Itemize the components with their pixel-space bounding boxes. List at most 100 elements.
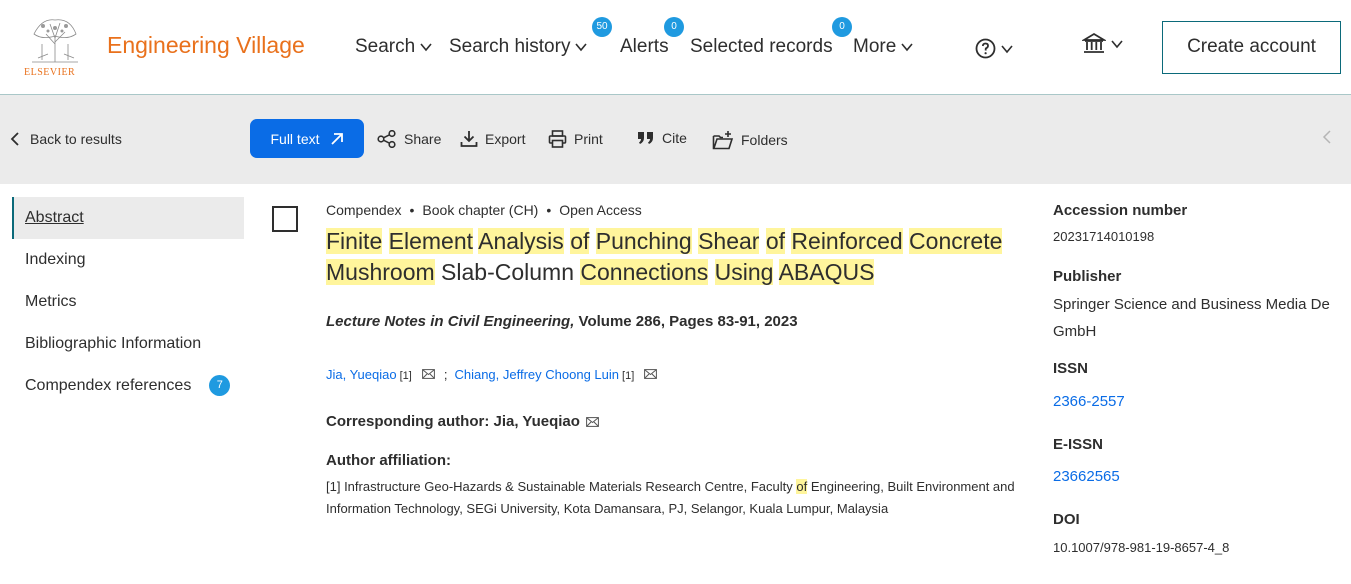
author-link[interactable]: Chiang, Jeffrey Choong Luin [454, 367, 619, 382]
accession-number-label: Accession number [1053, 202, 1188, 219]
record-toolbar: Back to results Full text Share Export P… [0, 95, 1351, 184]
title-text [382, 228, 388, 254]
access-type: Open Access [559, 202, 642, 218]
record-meta: Compendex • Book chapter (CH) • Open Access [326, 202, 642, 218]
nav-search[interactable]: Search [355, 36, 433, 58]
create-account-button[interactable]: Create account [1162, 21, 1341, 74]
elsevier-tree-icon [28, 14, 82, 64]
affiliation-part: [1] Infrastructure Geo-Hazards & Sustain… [326, 479, 797, 494]
title-highlighted-term: Using [714, 259, 774, 285]
chevron-down-icon [1111, 40, 1123, 49]
doi-label: DOI [1053, 511, 1080, 528]
share-icon [377, 130, 396, 148]
previous-record-arrow[interactable] [1322, 130, 1332, 149]
brand-name[interactable]: Engineering Village [107, 32, 305, 59]
author-affiliation-ref: [1] [399, 370, 412, 382]
help-icon [975, 38, 996, 59]
author-link[interactable]: Jia, Yueqiao [326, 367, 397, 382]
email-icon[interactable] [644, 369, 658, 379]
record-title: Finite Element Analysis of Punching Shea… [326, 226, 1026, 288]
back-to-results-label: Back to results [30, 131, 122, 147]
alerts-count-badge: 0 [664, 17, 684, 37]
download-icon [460, 131, 478, 147]
author-affiliation-text: [1] Infrastructure Geo-Hazards & Sustain… [326, 476, 1016, 520]
sidebar-item-compendex-references[interactable]: Compendex references 7 [12, 365, 244, 407]
title-highlighted-term: Finite [326, 228, 383, 254]
chevron-down-icon [420, 43, 432, 52]
title-text [589, 228, 595, 254]
export-button[interactable]: Export [460, 130, 525, 148]
title-highlighted-term: Reinforced [791, 228, 903, 254]
author-affiliation-heading: Author affiliation: [326, 452, 451, 469]
publisher-value: Springer Science and Business Media De G… [1053, 296, 1330, 340]
nav-selected-records[interactable]: Selected records [690, 36, 833, 58]
title-highlighted-term: Analysis [478, 228, 564, 254]
chevron-left-icon [10, 132, 19, 146]
author-separator: ; [443, 367, 448, 382]
title-highlighted-term: Connections [580, 259, 709, 285]
sidebar-item-indexing[interactable]: Indexing [12, 239, 244, 281]
print-label: Print [574, 131, 603, 147]
email-icon[interactable] [421, 369, 435, 379]
elsevier-logo[interactable]: ELSEVIER [20, 12, 90, 82]
institution-menu[interactable] [1082, 32, 1124, 56]
sidebar-item-bibliographic-information[interactable]: Bibliographic Information [12, 323, 244, 365]
corresponding-author: Corresponding author: Jia, Yueqiao [326, 413, 599, 430]
author-list: Jia, Yueqiao [1] ; Chiang, Jeffrey Choong… [326, 367, 658, 382]
title-text: Slab-Column [434, 259, 581, 285]
cite-label: Cite [662, 130, 687, 146]
print-icon [548, 130, 567, 148]
title-highlighted-term: Concrete [909, 228, 1003, 254]
eissn-link[interactable]: 23662565 [1053, 468, 1120, 485]
source-info: Lecture Notes in Civil Engineering, Volu… [326, 313, 798, 330]
email-icon[interactable] [586, 416, 599, 427]
folders-button[interactable]: Folders [712, 130, 788, 150]
title-highlighted-term: ABAQUS [778, 259, 875, 285]
title-highlighted-term: Punching [595, 228, 692, 254]
select-record-checkbox[interactable] [272, 206, 298, 232]
publisher-label: Publisher [1053, 268, 1122, 285]
sidebar-item-label: Compendex references [25, 377, 192, 394]
export-label: Export [485, 131, 526, 147]
chevron-down-icon [1001, 44, 1013, 53]
eissn-label: E-ISSN [1053, 436, 1104, 453]
elsevier-wordmark: ELSEVIER [24, 67, 76, 78]
affiliation-highlight: of [796, 479, 808, 494]
nav-more[interactable]: More [853, 36, 914, 58]
title-text [759, 228, 765, 254]
nav-search-history-label: Search history [449, 36, 571, 57]
separator-dot: • [409, 202, 415, 218]
issn-link[interactable]: 2366-2557 [1053, 393, 1125, 410]
document-type: Book chapter (CH) [422, 202, 539, 218]
source-volume-pages: Volume 286, Pages 83-91, 2023 [574, 313, 798, 330]
cite-button[interactable]: Cite [637, 130, 687, 146]
folder-add-icon [712, 131, 734, 150]
title-highlighted-term: of [765, 228, 786, 254]
help-menu[interactable] [975, 38, 1014, 59]
sidebar-item-abstract[interactable]: Abstract [12, 197, 244, 239]
chevron-left-icon [1322, 130, 1331, 144]
institution-icon [1082, 32, 1106, 53]
title-text [773, 259, 778, 285]
nav-search-history[interactable]: Search history [449, 36, 588, 58]
share-button[interactable]: Share [377, 130, 441, 148]
full-text-button[interactable]: Full text [250, 119, 364, 158]
issn-label: ISSN [1053, 360, 1089, 377]
external-arrow-icon [330, 132, 343, 145]
nav-alerts[interactable]: Alerts [620, 36, 669, 58]
title-highlighted-term: Element [388, 228, 474, 254]
author-affiliation-ref: [1] [622, 370, 635, 382]
back-to-results-link[interactable]: Back to results [10, 131, 122, 147]
nav-more-label: More [853, 36, 897, 57]
accession-number-value: 20231714010198 [1053, 229, 1155, 244]
source-series: Lecture Notes in Civil Engineering, [326, 313, 575, 330]
print-button[interactable]: Print [548, 130, 603, 148]
top-header: ELSEVIER Engineering Village Search Sear… [0, 0, 1351, 95]
nav-search-label: Search [355, 36, 416, 57]
nav-selected-records-label: Selected records [690, 36, 833, 57]
chevron-down-icon [575, 43, 588, 52]
sidebar-item-metrics[interactable]: Metrics [12, 281, 244, 323]
title-text [708, 259, 714, 285]
nav-alerts-label: Alerts [620, 36, 669, 57]
chevron-down-icon [901, 43, 913, 52]
